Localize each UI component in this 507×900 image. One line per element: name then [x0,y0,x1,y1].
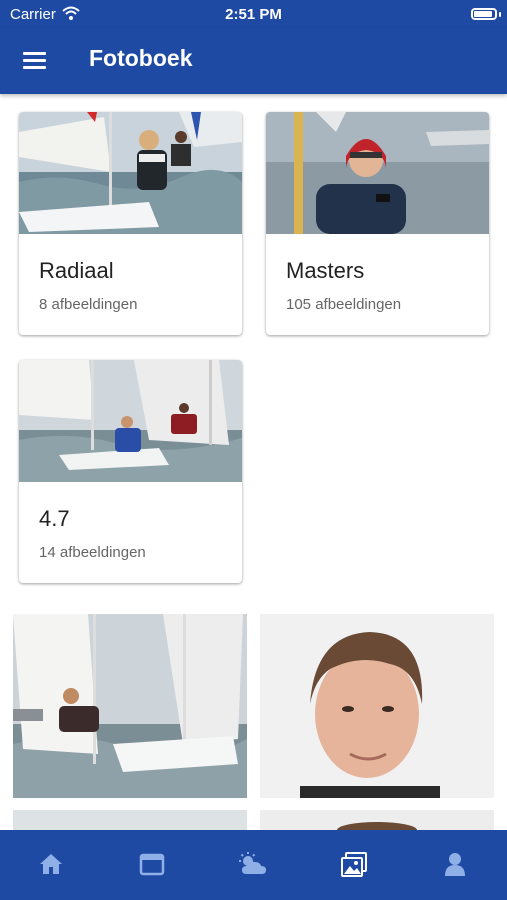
album-card-masters[interactable]: Masters 105 afbeeldingen [266,112,489,335]
photo-thumbnail[interactable] [13,614,247,798]
album-image-count: 14 afbeeldingen [39,544,146,561]
status-time: 2:51 PM [225,6,282,23]
battery-icon [471,8,497,20]
album-card-4-7[interactable]: 4.7 14 afbeeldingen [19,360,242,583]
photo-thumbnail[interactable] [260,614,494,798]
photo-thumbnail[interactable] [260,810,494,830]
album-cover-image [266,112,489,234]
battery-tip [499,12,501,17]
photo-thumbnail[interactable] [13,810,247,830]
profile-icon [444,853,465,876]
album-cover-image [19,360,242,482]
status-bar: Carrier 2:51 PM [0,0,507,28]
album-image-count: 105 afbeeldingen [286,296,402,313]
tab-home[interactable] [0,830,101,900]
weather-icon [238,852,266,874]
photo-album-list[interactable]: Radiaal 8 afbeeldingen Masters 105 afbee… [0,94,507,830]
page-title: Fotoboek [89,45,193,71]
hamburger-menu-icon[interactable] [20,48,50,74]
app-bar: Fotoboek [0,28,507,94]
bottom-tab-bar [0,830,507,900]
tab-photos[interactable] [303,830,404,900]
photos-icon [340,852,367,877]
home-icon [39,854,62,874]
album-title: Radiaal [39,258,114,283]
album-card-radiaal[interactable]: Radiaal 8 afbeeldingen [19,112,242,335]
album-title: 4.7 [39,506,70,531]
album-image-count: 8 afbeeldingen [39,296,138,313]
tab-weather[interactable] [202,830,303,900]
tab-profile[interactable] [404,830,505,900]
album-cover-image [19,112,242,234]
album-title: Masters [286,258,365,283]
calendar-icon [139,853,164,876]
tab-calendar[interactable] [101,830,202,900]
